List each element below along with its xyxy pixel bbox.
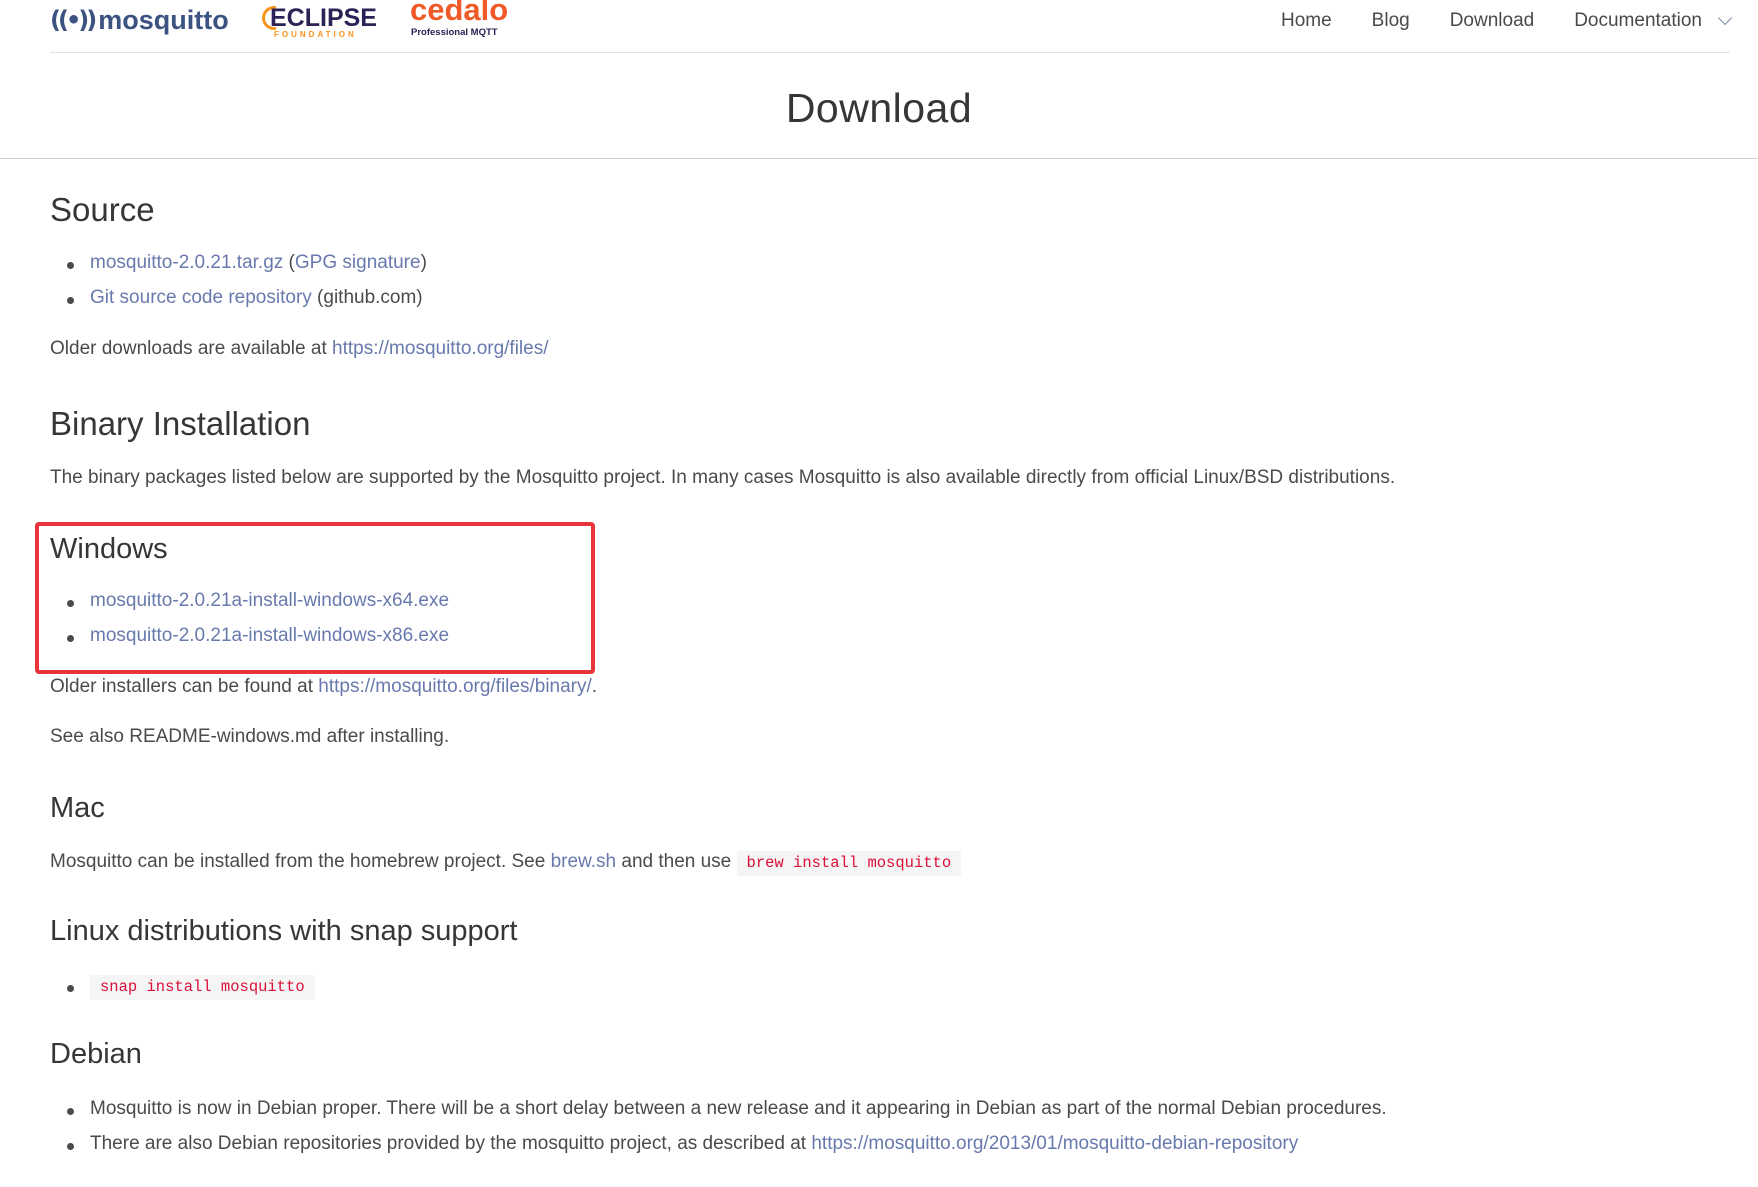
list-item: mosquitto-2.0.21.tar.gz (GPG signature) [50, 252, 427, 287]
snap-install-command: snap install mosquitto [90, 975, 315, 1000]
navbar: ((•)) mosquitto ECLIPSE FOUNDATION cedal… [0, 0, 1758, 53]
mac-text-before: Mosquitto can be installed from the home… [50, 851, 551, 872]
nav-home[interactable]: Home [1281, 10, 1332, 32]
older-downloads-text: Older downloads are available at [50, 338, 333, 359]
mac-text-middle: and then use [616, 851, 737, 872]
debian-list: Mosquitto is now in Debian proper. There… [50, 1098, 1387, 1155]
debian-proper-text: Mosquitto is now in Debian proper. There… [90, 1098, 1387, 1119]
source-list: mosquitto-2.0.21.tar.gz (GPG signature) … [50, 252, 427, 309]
list-item: Git source code repository (github.com) [50, 287, 427, 309]
list-item: snap install mosquitto [50, 975, 315, 1000]
list-item: mosquitto-2.0.21a-install-windows-x64.ex… [50, 590, 449, 625]
git-repo-link[interactable]: Git source code repository [90, 287, 312, 308]
list-item: mosquitto-2.0.21a-install-windows-x86.ex… [50, 625, 449, 647]
brew-sh-link[interactable]: brew.sh [551, 851, 616, 872]
windows-heading: Windows [50, 533, 168, 565]
eclipse-foundation-logo[interactable]: ECLIPSE FOUNDATION [262, 0, 382, 40]
eclipse-logo-text: ECLIPSE [270, 4, 377, 32]
binary-installation-heading: Binary Installation [50, 405, 311, 442]
mac-instructions: Mosquitto can be installed from the home… [50, 851, 962, 876]
older-downloads-link[interactable]: https://mosquitto.org/files/ [332, 338, 549, 359]
snap-list: snap install mosquitto [50, 975, 315, 1000]
readme-windows-note: See also README-windows.md after install… [50, 726, 450, 747]
tarball-download-link[interactable]: mosquitto-2.0.21.tar.gz [90, 252, 283, 273]
hero-banner: Download [0, 53, 1758, 159]
debian-repo-link[interactable]: https://mosquitto.org/2013/01/mosquitto-… [811, 1133, 1298, 1154]
gpg-signature-link[interactable]: GPG signature [295, 252, 421, 273]
page-title: Download [785, 85, 973, 131]
mac-heading: Mac [50, 792, 105, 824]
list-item: There are also Debian repositories provi… [50, 1133, 1387, 1155]
windows-x86-installer-link[interactable]: mosquitto-2.0.21a-install-windows-x86.ex… [90, 625, 449, 646]
windows-list: mosquitto-2.0.21a-install-windows-x64.ex… [50, 590, 449, 647]
older-installers-paragraph: Older installers can be found at https:/… [50, 676, 597, 698]
nav-blog[interactable]: Blog [1372, 10, 1410, 32]
nav-download[interactable]: Download [1450, 10, 1535, 32]
brand-logos: ((•)) mosquitto ECLIPSE FOUNDATION cedal… [50, 0, 508, 40]
older-installers-link[interactable]: https://mosquitto.org/files/binary/ [318, 676, 592, 697]
cedalo-logo-subtext: Professional MQTT [411, 27, 498, 38]
navbar-inner: ((•)) mosquitto ECLIPSE FOUNDATION cedal… [50, 0, 1733, 53]
paren-close: ) [420, 252, 427, 273]
eclipse-logo-subtext: FOUNDATION [274, 30, 357, 39]
brew-install-command: brew install mosquitto [736, 851, 962, 876]
list-item: Mosquitto is now in Debian proper. There… [50, 1098, 1387, 1133]
snap-heading: Linux distributions with snap support [50, 915, 518, 947]
older-downloads-paragraph: Older downloads are available at https:/… [50, 338, 549, 360]
git-host-label: (github.com) [311, 287, 423, 308]
debian-heading: Debian [50, 1038, 142, 1070]
debian-repo-text: There are also Debian repositories provi… [90, 1133, 812, 1154]
mosquitto-logo-text: mosquitto [98, 4, 229, 35]
mosquitto-logo[interactable]: ((•)) mosquitto [50, 5, 229, 36]
main-nav: Home Blog Download Documentation [1241, 0, 1733, 42]
cedalo-logo-text: cedalo [410, 0, 509, 27]
broadcast-icon: ((•)) [50, 6, 97, 34]
older-installers-text: Older installers can be found at [50, 676, 319, 697]
windows-x64-installer-link[interactable]: mosquitto-2.0.21a-install-windows-x64.ex… [90, 590, 449, 611]
nav-documentation[interactable]: Documentation [1574, 10, 1702, 32]
nav-documentation-dropdown[interactable]: Documentation [1574, 10, 1733, 32]
older-installers-period: . [591, 676, 598, 697]
source-heading: Source [50, 191, 155, 228]
chevron-down-icon[interactable] [1717, 10, 1733, 26]
binary-description: The binary packages listed below are sup… [50, 467, 1396, 488]
cedalo-logo[interactable]: cedalo Professional MQTT [410, 0, 520, 38]
paren-open: ( [283, 252, 295, 273]
